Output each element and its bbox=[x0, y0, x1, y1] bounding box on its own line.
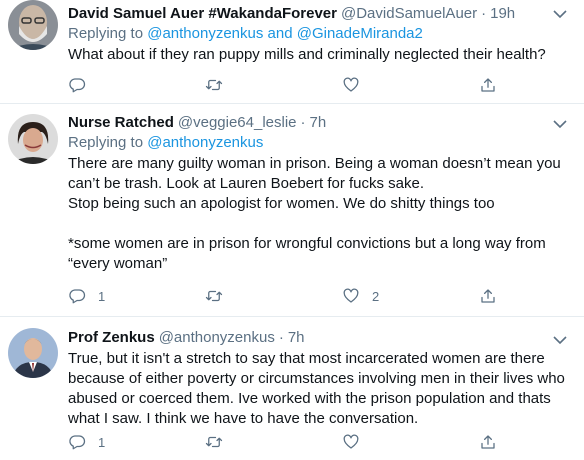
like-button[interactable]: 2 bbox=[342, 286, 479, 306]
tweet-actions: 1 bbox=[68, 432, 504, 452]
reply-count: 1 bbox=[98, 434, 106, 450]
heart-icon bbox=[343, 434, 359, 449]
mention-link[interactable]: @GinadeMiranda2 bbox=[297, 25, 423, 42]
tweet-actions bbox=[68, 75, 504, 95]
tweet-header: Nurse Ratched @veggie64_leslie · 7h bbox=[68, 113, 572, 133]
more-options-icon[interactable] bbox=[550, 114, 570, 134]
heart-icon bbox=[343, 77, 359, 92]
share-icon bbox=[481, 435, 495, 449]
retweet-button[interactable] bbox=[205, 286, 342, 306]
retweet-button[interactable] bbox=[205, 75, 342, 95]
reply-button[interactable] bbox=[68, 75, 205, 95]
author-name[interactable]: David Samuel Auer #WakandaForever bbox=[68, 4, 337, 24]
reply-button[interactable]: 1 bbox=[68, 432, 205, 452]
separator-dot: · bbox=[300, 114, 306, 131]
replying-to-label: Replying to bbox=[68, 25, 144, 42]
more-options-icon[interactable] bbox=[550, 4, 570, 24]
like-button[interactable] bbox=[342, 75, 479, 95]
tweet-text: There are many guilty woman in prison. B… bbox=[68, 154, 572, 274]
reply-icon bbox=[69, 289, 86, 304]
author-name[interactable]: Nurse Ratched bbox=[68, 113, 174, 133]
tweet-actions: 1 2 bbox=[68, 286, 504, 306]
author-handle[interactable]: @anthonyzenkus bbox=[159, 328, 275, 348]
tweet-header: Prof Zenkus @anthonyzenkus · 7h bbox=[68, 328, 572, 348]
share-icon bbox=[481, 78, 495, 92]
reply-count: 1 bbox=[98, 288, 106, 304]
more-options-icon[interactable] bbox=[550, 330, 570, 350]
tweet-paragraph: What about if they ran puppy mills and c… bbox=[68, 46, 546, 63]
retweet-icon bbox=[205, 79, 223, 91]
replying-to-label: Replying to bbox=[68, 134, 144, 151]
tweet-prof-zenkus[interactable]: Prof Zenkus @anthonyzenkus · 7h True, bu… bbox=[0, 317, 584, 460]
share-button[interactable] bbox=[479, 75, 497, 95]
tweet-timestamp[interactable]: 19h bbox=[490, 4, 515, 24]
author-handle[interactable]: @DavidSamuelAuer bbox=[341, 4, 477, 24]
share-button[interactable] bbox=[479, 286, 497, 306]
replying-joiner[interactable]: and bbox=[268, 25, 293, 42]
reply-button[interactable]: 1 bbox=[68, 286, 205, 306]
tweet-text: What about if they ran puppy mills and c… bbox=[68, 45, 572, 65]
reply-icon bbox=[69, 435, 86, 450]
tweet-timestamp[interactable]: 7h bbox=[310, 113, 327, 133]
avatar[interactable] bbox=[8, 328, 58, 378]
avatar[interactable] bbox=[8, 0, 58, 50]
mention-link[interactable]: @anthonyzenkus bbox=[147, 134, 263, 151]
replying-to: Replying to @anthonyzenkus and @GinadeMi… bbox=[68, 24, 572, 44]
like-button[interactable] bbox=[342, 432, 479, 452]
tweet-text: True, but it isn't a stretch to say that… bbox=[68, 349, 572, 429]
retweet-button[interactable] bbox=[205, 432, 342, 452]
share-icon bbox=[481, 289, 495, 303]
author-name[interactable]: Prof Zenkus bbox=[68, 328, 155, 348]
share-button[interactable] bbox=[479, 432, 497, 452]
reply-icon bbox=[69, 78, 86, 93]
tweet-paragraph: True, but it isn't a stretch to say that… bbox=[68, 350, 565, 427]
tweet-paragraph: There are many guilty woman in prison. B… bbox=[68, 155, 561, 192]
retweet-icon bbox=[205, 436, 223, 448]
replying-to: Replying to @anthonyzenkus bbox=[68, 133, 572, 153]
author-handle[interactable]: @veggie64_leslie bbox=[178, 113, 297, 133]
mention-link[interactable]: @anthonyzenkus bbox=[147, 25, 263, 42]
heart-icon bbox=[343, 288, 359, 303]
tweet-david-auer[interactable]: David Samuel Auer #WakandaForever @David… bbox=[0, 0, 584, 104]
tweet-paragraph: Stop being such an apologist for women. … bbox=[68, 195, 495, 212]
retweet-icon bbox=[205, 290, 223, 302]
tweet-header: David Samuel Auer #WakandaForever @David… bbox=[68, 4, 572, 24]
like-count: 2 bbox=[372, 288, 380, 304]
tweet-nurse-ratched[interactable]: Nurse Ratched @veggie64_leslie · 7h Repl… bbox=[0, 104, 584, 317]
tweet-paragraph: *some women are in prison for wrongful c… bbox=[68, 235, 546, 272]
avatar[interactable] bbox=[8, 114, 58, 164]
separator-dot: · bbox=[278, 329, 284, 346]
separator-dot: · bbox=[481, 5, 487, 22]
tweet-timestamp[interactable]: 7h bbox=[288, 328, 305, 348]
